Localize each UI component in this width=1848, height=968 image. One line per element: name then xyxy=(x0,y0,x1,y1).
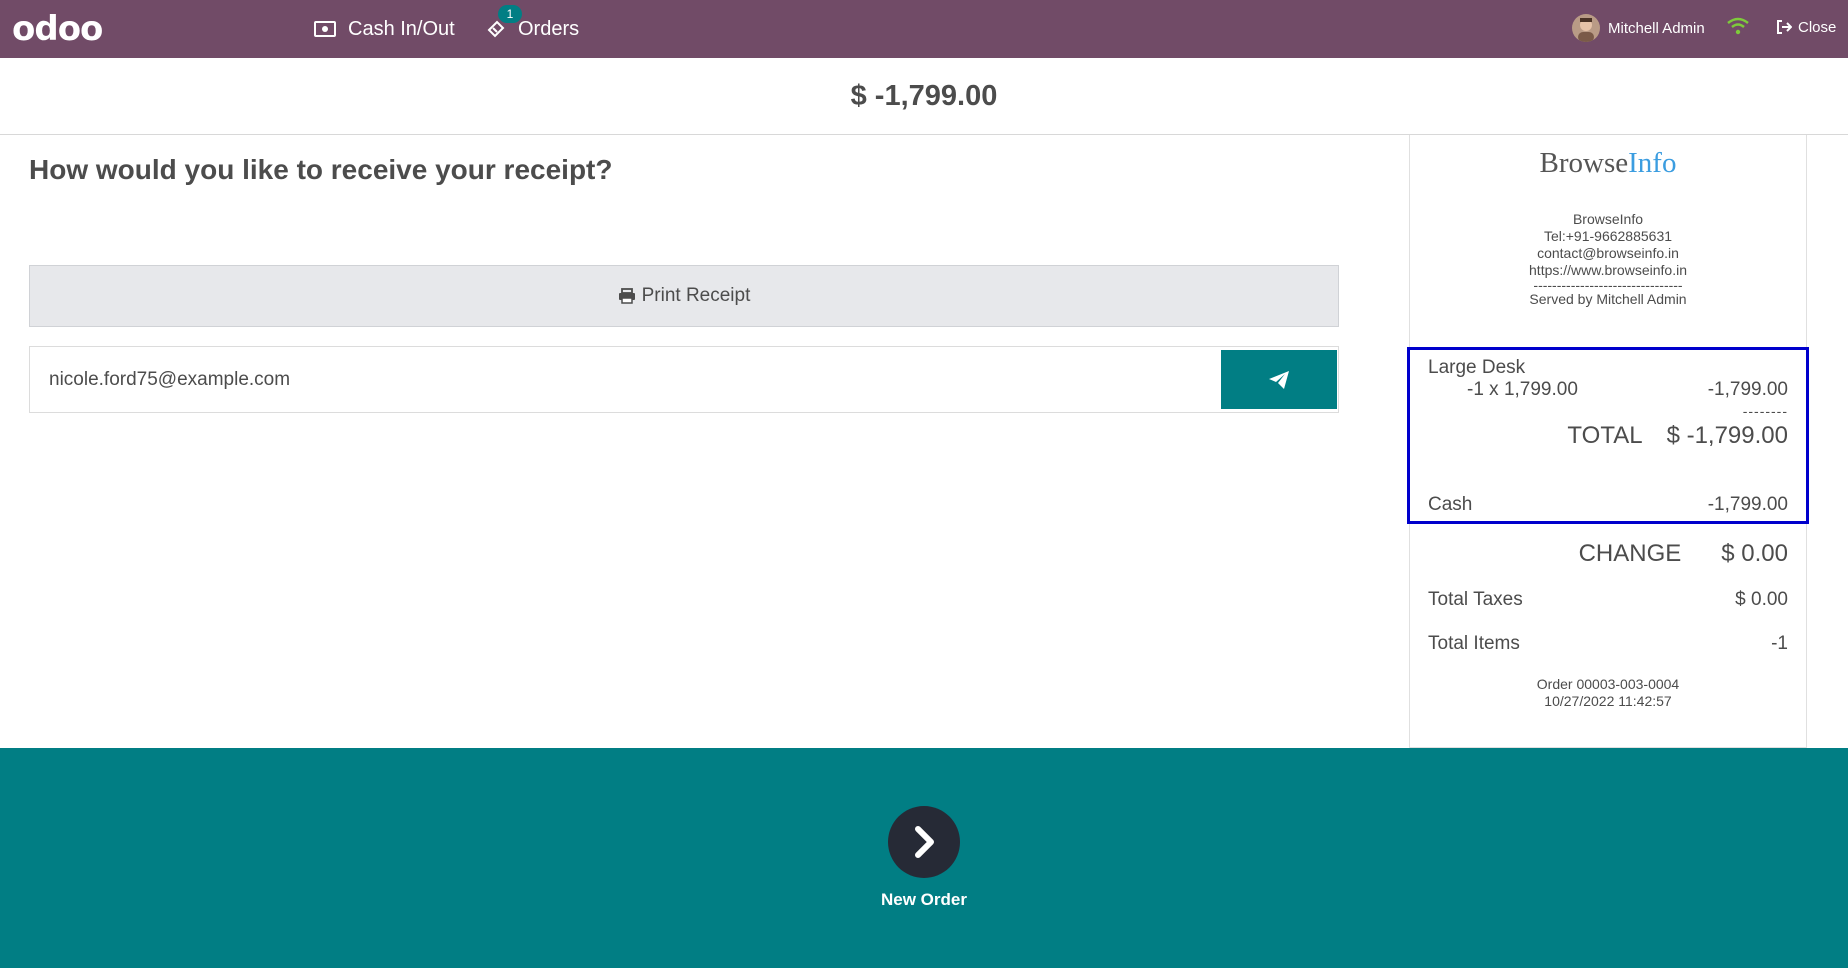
order-date: 10/27/2022 11:42:57 xyxy=(1544,693,1672,709)
items-value: -1 xyxy=(1771,633,1788,654)
orders-label: Orders xyxy=(518,17,580,40)
items-label: Total Items xyxy=(1428,633,1520,654)
paper-plane-icon xyxy=(1269,370,1289,389)
taxes-line: Total Taxes $ 0.00 xyxy=(1428,589,1788,611)
email-input[interactable] xyxy=(30,347,1220,412)
email-receipt-row xyxy=(29,346,1339,413)
company-logo: BrowseInfo xyxy=(1539,147,1677,179)
served-by: Served by Mitchell Admin xyxy=(1529,291,1687,307)
user-menu[interactable]: Mitchell Admin xyxy=(1572,0,1705,56)
wifi-icon xyxy=(1726,16,1750,41)
company-info: BrowseInfo Tel:+91-9662885631 contact@br… xyxy=(1410,211,1806,308)
send-email-button[interactable] xyxy=(1221,350,1337,409)
orders-count-badge: 1 xyxy=(498,5,522,23)
receipt-lines-highlight xyxy=(1407,347,1809,524)
chevron-right-icon xyxy=(915,826,934,858)
new-order-button[interactable] xyxy=(888,806,960,878)
company-name: BrowseInfo xyxy=(1572,211,1644,227)
ticket-icon: 1 xyxy=(486,5,522,39)
close-button[interactable]: Close xyxy=(1776,0,1836,54)
avatar xyxy=(1572,14,1600,42)
items-line: Total Items -1 xyxy=(1428,633,1788,655)
odoo-logo: odoo xyxy=(12,9,103,49)
change-value: $ 0.00 xyxy=(1721,540,1788,567)
close-label: Close xyxy=(1798,18,1837,36)
separator: -------------------------------- xyxy=(1533,277,1683,293)
taxes-label: Total Taxes xyxy=(1428,589,1523,610)
print-receipt-button[interactable]: Print Receipt xyxy=(29,265,1339,327)
user-name: Mitchell Admin xyxy=(1608,19,1705,37)
change-label: CHANGE xyxy=(1578,540,1682,567)
sign-out-icon xyxy=(1777,20,1792,34)
company-email: contact@browseinfo.in xyxy=(1537,245,1679,261)
company-tel: Tel:+91-9662885631 xyxy=(1543,228,1673,244)
receipt-question-heading: How would you like to receive your recei… xyxy=(29,154,613,185)
order-reference: Order 00003-003-0004 xyxy=(1536,676,1680,692)
order-footer: Order 00003-003-0004 10/27/2022 11:42:57 xyxy=(1410,676,1806,710)
print-icon xyxy=(618,288,635,304)
top-navbar: odoo Cash In/Out 1 Orders Mitchell Admin… xyxy=(0,0,1848,58)
new-order-label: New Order xyxy=(881,890,967,909)
cash-in-out-label: Cash In/Out xyxy=(348,17,455,40)
orders-button[interactable]: 1 Orders xyxy=(486,0,579,58)
cash-in-out-button[interactable]: Cash In/Out xyxy=(314,0,455,58)
money-icon xyxy=(314,21,336,37)
print-receipt-label: Print Receipt xyxy=(641,285,751,306)
amount-header: $ -1,799.00 xyxy=(0,58,1848,135)
footer-bar: New Order xyxy=(0,748,1848,968)
change-row: CHANGE $ 0.00 xyxy=(1579,540,1788,568)
order-total-amount: $ -1,799.00 xyxy=(850,79,998,112)
taxes-value: $ 0.00 xyxy=(1735,589,1788,610)
